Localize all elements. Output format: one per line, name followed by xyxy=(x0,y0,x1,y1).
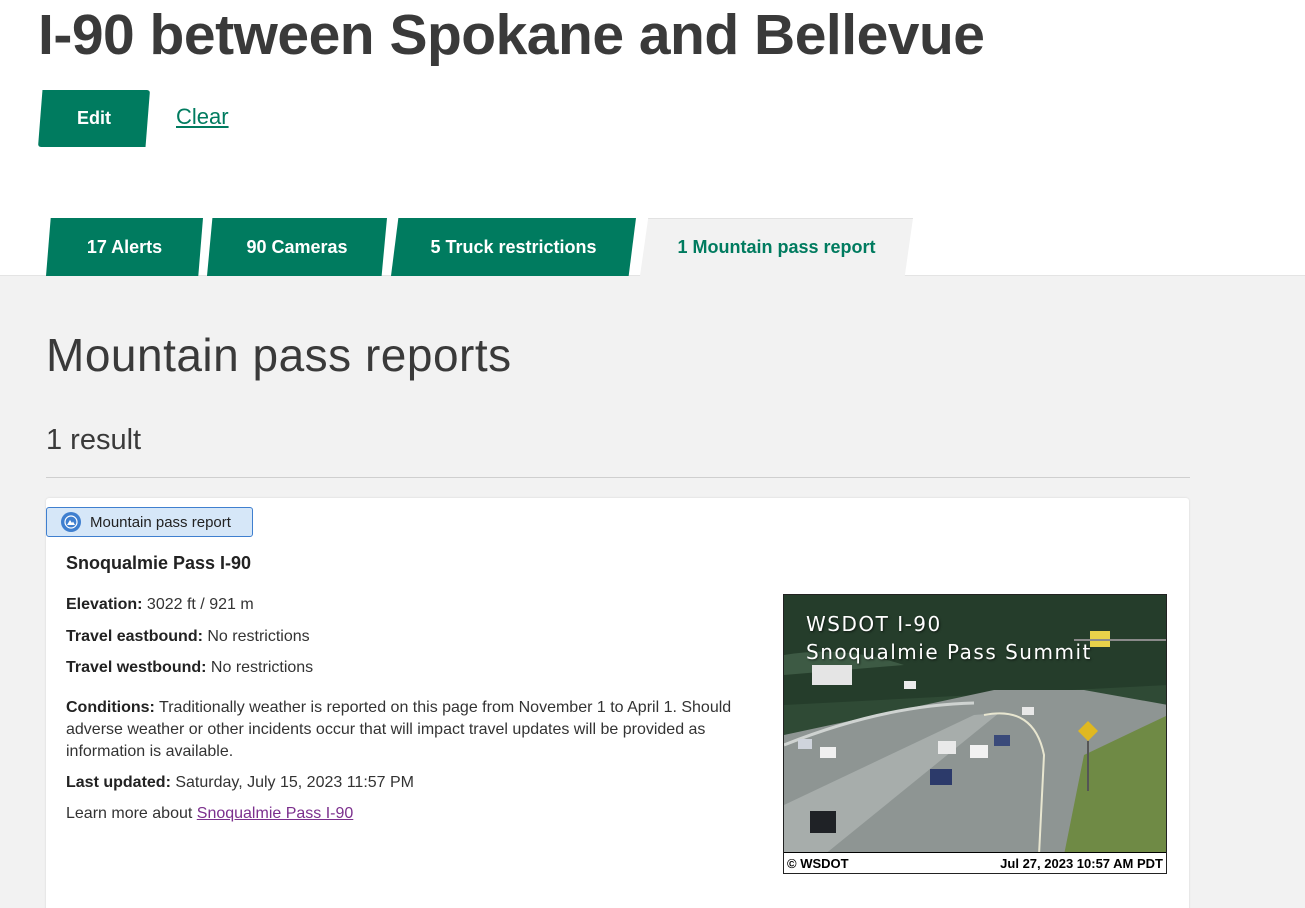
learn-more: Learn more about Snoqualmie Pass I-90 xyxy=(66,803,353,825)
camera-caption: © WSDOT Jul 27, 2023 10:57 AM PDT xyxy=(784,852,1166,873)
westbound-value: No restrictions xyxy=(210,659,314,676)
eastbound-value: No restrictions xyxy=(207,628,310,645)
camera-overlay-line1: WSDOT I-90 xyxy=(806,612,942,636)
elevation-field: Elevation: 3022 ft / 921 m xyxy=(66,594,254,616)
camera-image[interactable]: WSDOT I-90 Snoqualmie Pass Summit © WSDO… xyxy=(783,594,1167,874)
westbound-label: Travel westbound: xyxy=(66,659,207,676)
divider xyxy=(46,477,1190,478)
mountain-icon xyxy=(61,512,81,532)
tab-truck-restrictions[interactable]: 5 Truck restrictions xyxy=(391,218,636,276)
result-tabs: 17 Alerts 90 Cameras 5 Truck restriction… xyxy=(46,218,913,276)
camera-timestamp: Jul 27, 2023 10:57 AM PDT xyxy=(1000,855,1163,871)
badge-label: Mountain pass report xyxy=(90,513,231,531)
last-updated-value: Saturday, July 15, 2023 11:57 PM xyxy=(175,774,415,791)
tab-cameras[interactable]: 90 Cameras xyxy=(207,218,387,276)
pass-report-card: Mountain pass report Snoqualmie Pass I-9… xyxy=(46,498,1189,908)
type-badge: Mountain pass report xyxy=(46,507,253,537)
page-title: I-90 between Spokane and Bellevue xyxy=(38,3,985,67)
pass-link[interactable]: Snoqualmie Pass I-90 xyxy=(197,805,354,822)
conditions-field: Conditions: Traditionally weather is rep… xyxy=(66,697,776,763)
learn-more-text: Learn more about xyxy=(66,805,193,822)
last-updated-label: Last updated: xyxy=(66,774,171,791)
clear-link[interactable]: Clear xyxy=(176,104,229,130)
camera-overlay-line2: Snoqualmie Pass Summit xyxy=(806,640,1092,664)
tab-alerts[interactable]: 17 Alerts xyxy=(46,218,203,276)
tab-mountain-pass-report[interactable]: 1 Mountain pass report xyxy=(640,218,913,276)
eastbound-label: Travel eastbound: xyxy=(66,628,203,645)
section-title: Mountain pass reports xyxy=(46,329,512,381)
conditions-value: Traditionally weather is reported on thi… xyxy=(66,699,732,760)
edit-button[interactable]: Edit xyxy=(38,90,150,147)
last-updated-field: Last updated: Saturday, July 15, 2023 11… xyxy=(66,772,414,794)
westbound-field: Travel westbound: No restrictions xyxy=(66,657,313,679)
pass-title: Snoqualmie Pass I-90 xyxy=(66,553,252,573)
conditions-label: Conditions: xyxy=(66,699,155,716)
result-count: 1 result xyxy=(46,424,142,456)
elevation-label: Elevation: xyxy=(66,596,143,613)
camera-credit: © WSDOT xyxy=(787,855,849,871)
elevation-value: 3022 ft / 921 m xyxy=(146,596,254,613)
eastbound-field: Travel eastbound: No restrictions xyxy=(66,626,310,648)
